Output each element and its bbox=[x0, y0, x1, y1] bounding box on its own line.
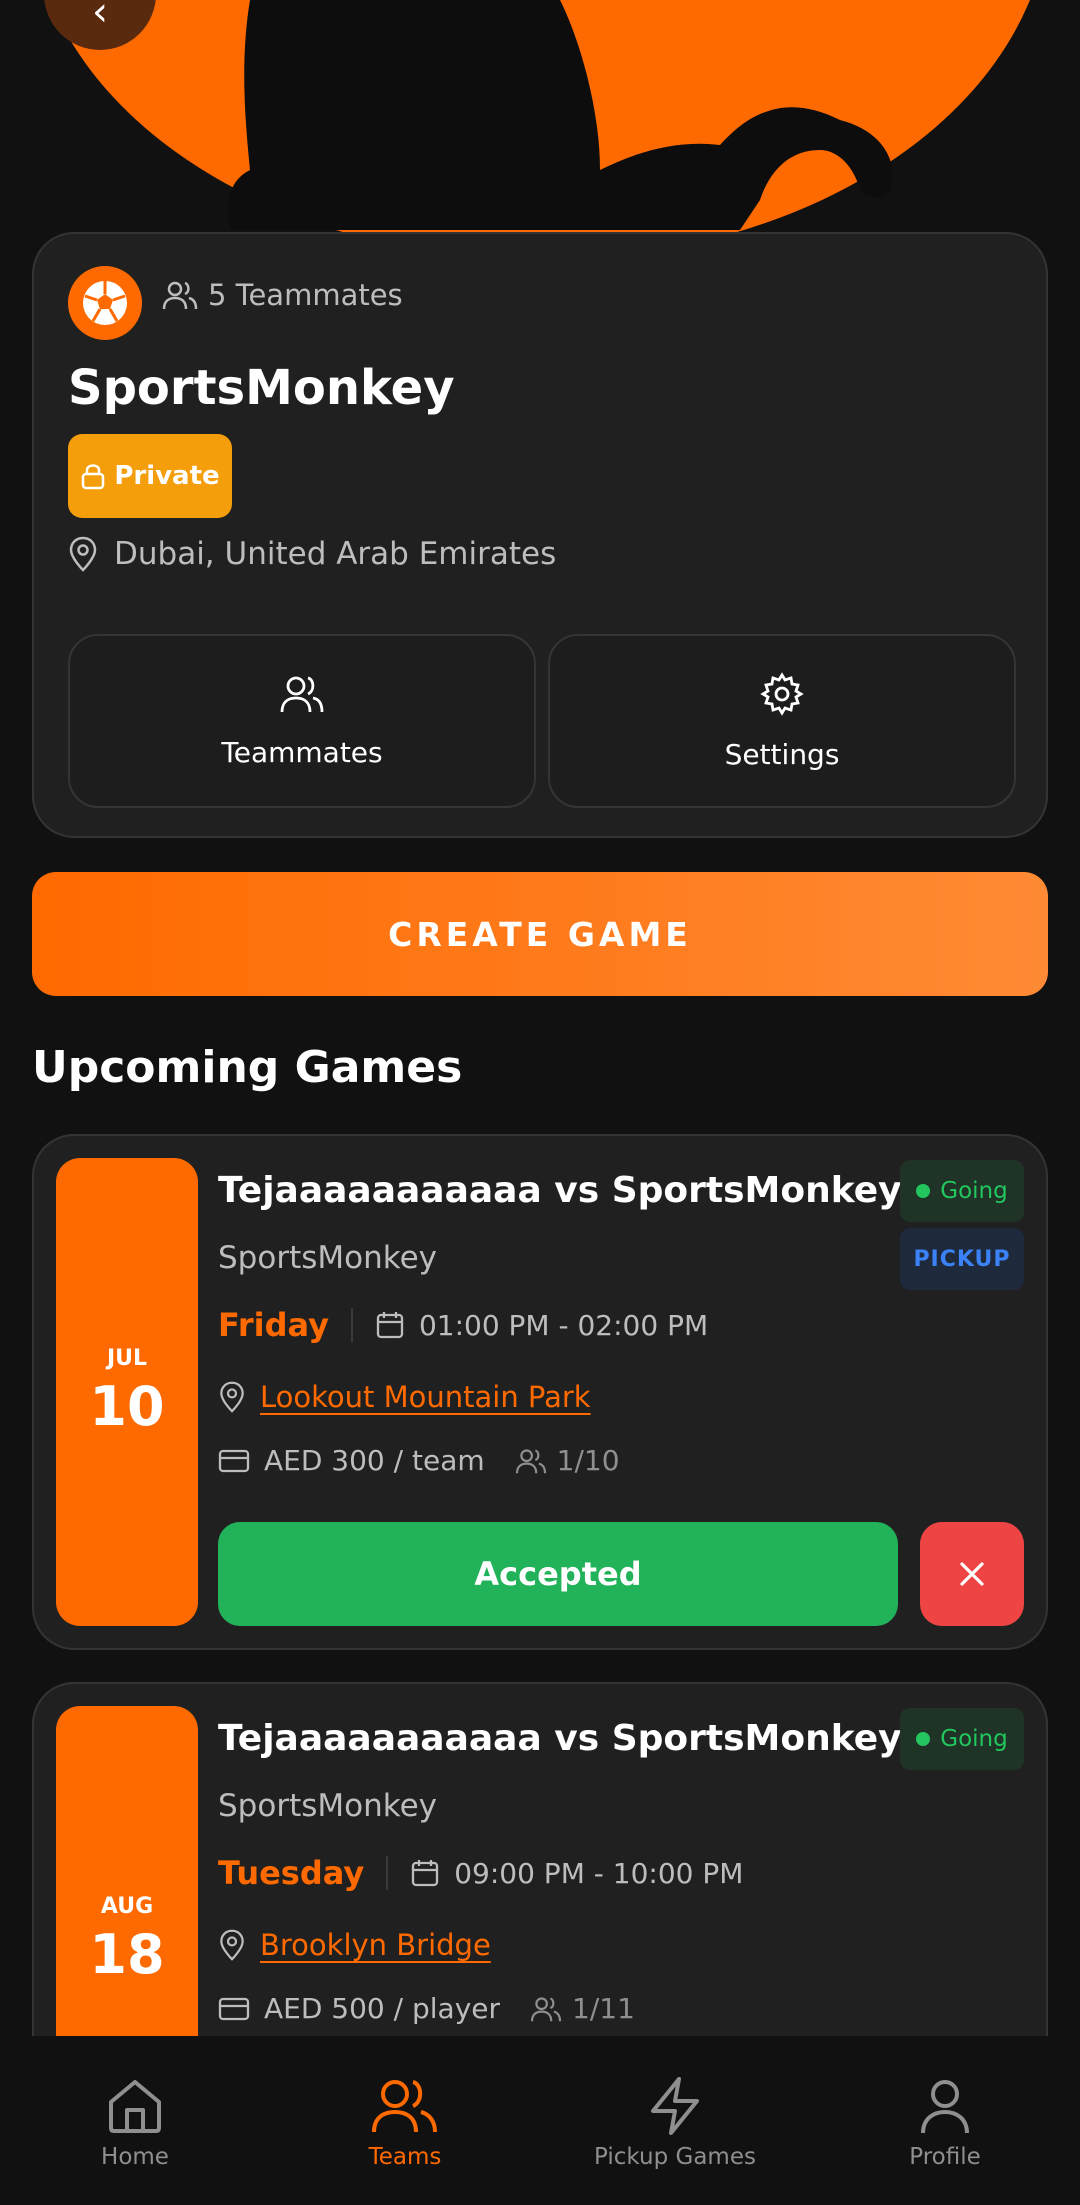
game-weekday: Tuesday bbox=[218, 1854, 365, 1892]
players-label: 1/11 bbox=[572, 1992, 635, 2025]
game-team: SportsMonkey bbox=[218, 1788, 437, 1824]
nav-item-profile[interactable]: Profile bbox=[810, 2036, 1080, 2205]
game-month: AUG bbox=[100, 1894, 154, 1919]
venue-link[interactable]: Brooklyn Bridge bbox=[260, 1928, 491, 1962]
privacy-badge: Private bbox=[68, 434, 232, 518]
nav-label-home: Home bbox=[101, 2144, 169, 2170]
status-badge: Going bbox=[900, 1708, 1024, 1770]
team-avatar bbox=[68, 266, 142, 340]
game-price-row: AED 300 / team 1/10 bbox=[218, 1444, 620, 1477]
game-title: Tejaaaaaaaaaaa vs SportsMonkey bbox=[218, 1718, 902, 1759]
game-time: 09:00 PM - 10:00 PM bbox=[454, 1856, 744, 1890]
game-schedule: Tuesday 09:00 PM - 10:00 PM bbox=[218, 1854, 743, 1892]
nav-label-profile: Profile bbox=[909, 2144, 981, 2170]
nav-label-teams: Teams bbox=[368, 2144, 442, 2170]
teammates-count-label: 5 Teammates bbox=[208, 278, 403, 312]
credit-card-icon bbox=[218, 1997, 250, 2020]
home-icon bbox=[109, 2080, 161, 2133]
game-day-number: 18 bbox=[89, 1923, 165, 1986]
settings-button[interactable]: Settings bbox=[548, 634, 1016, 808]
users-icon bbox=[515, 1448, 546, 1473]
game-day-number: 10 bbox=[89, 1375, 165, 1438]
teammates-count: 5 Teammates bbox=[162, 278, 403, 312]
close-icon bbox=[960, 1562, 984, 1586]
create-game-button[interactable]: CREATE GAME bbox=[32, 872, 1048, 996]
calendar-icon bbox=[412, 1860, 439, 1887]
user-icon bbox=[921, 2080, 969, 2134]
settings-button-label: Settings bbox=[724, 737, 840, 771]
game-price: AED 500 / player bbox=[264, 1992, 501, 2025]
decline-button[interactable] bbox=[920, 1522, 1024, 1626]
upcoming-games-heading: Upcoming Games bbox=[32, 1042, 463, 1093]
map-pin-icon bbox=[69, 536, 97, 572]
lightning-icon bbox=[651, 2077, 699, 2135]
players-count: 1/11 bbox=[530, 1992, 635, 2025]
game-card[interactable]: JUL 10 Tejaaaaaaaaaaa vs SportsMonkey Sp… bbox=[32, 1134, 1048, 1650]
location-label: Dubai, United Arab Emirates bbox=[114, 536, 557, 572]
accepted-button[interactable]: Accepted bbox=[218, 1522, 898, 1626]
calendar-icon bbox=[376, 1312, 404, 1339]
game-time: 01:00 PM - 02:00 PM bbox=[418, 1308, 709, 1342]
status-badge: Going bbox=[900, 1160, 1024, 1222]
game-price: AED 300 / team bbox=[264, 1444, 485, 1477]
divider bbox=[386, 1856, 389, 1890]
game-venue: Brooklyn Bridge bbox=[218, 1928, 491, 1962]
create-game-label: CREATE GAME bbox=[388, 914, 692, 954]
users-icon bbox=[280, 676, 324, 712]
users-icon bbox=[372, 2080, 437, 2133]
team-name: SportsMonkey bbox=[68, 360, 455, 416]
game-team: SportsMonkey bbox=[218, 1240, 437, 1276]
game-title: Tejaaaaaaaaaaa vs SportsMonkey bbox=[218, 1170, 902, 1211]
credit-card-icon bbox=[218, 1449, 250, 1472]
game-price-row: AED 500 / player 1/11 bbox=[218, 1992, 635, 2025]
game-month: JUL bbox=[106, 1346, 148, 1371]
lock-icon bbox=[82, 464, 105, 490]
status-dot bbox=[916, 1732, 931, 1746]
players-label: 1/10 bbox=[556, 1444, 620, 1477]
game-weekday: Friday bbox=[218, 1306, 329, 1344]
game-venue: Lookout Mountain Park bbox=[218, 1380, 591, 1414]
venue-link[interactable]: Lookout Mountain Park bbox=[260, 1380, 591, 1414]
gear-icon bbox=[760, 671, 804, 716]
status-dot bbox=[916, 1184, 931, 1198]
soccer-ball-icon bbox=[83, 281, 127, 325]
nav-label-pickup-games: Pickup Games bbox=[594, 2144, 756, 2170]
accepted-label: Accepted bbox=[474, 1555, 642, 1593]
nav-item-home[interactable]: Home bbox=[0, 2036, 270, 2205]
map-pin-icon bbox=[220, 1929, 244, 1961]
players-count: 1/10 bbox=[515, 1444, 620, 1477]
map-pin-icon bbox=[220, 1381, 244, 1413]
game-schedule: Friday 01:00 PM - 02:00 PM bbox=[218, 1306, 708, 1344]
users-icon bbox=[162, 281, 198, 310]
team-location: Dubai, United Arab Emirates bbox=[68, 536, 556, 572]
nav-item-pickup-games[interactable]: Pickup Games bbox=[540, 2036, 810, 2205]
bottom-navigation: Home Teams Pickup Games Profile bbox=[0, 2036, 1080, 2205]
nav-item-teams[interactable]: Teams bbox=[270, 2036, 540, 2205]
status-label: Going bbox=[940, 1178, 1008, 1204]
divider bbox=[350, 1308, 353, 1342]
teammates-button[interactable]: Teammates bbox=[68, 634, 536, 808]
users-icon bbox=[530, 1996, 562, 2021]
status-label: Going bbox=[940, 1726, 1008, 1752]
chevron-left-icon: ‹ bbox=[92, 0, 108, 35]
game-date: JUL 10 bbox=[56, 1158, 198, 1626]
team-card: 5 Teammates SportsMonkey Private Dubai, … bbox=[32, 232, 1048, 838]
game-type-badge: PICKUP bbox=[900, 1228, 1024, 1290]
teammates-button-label: Teammates bbox=[221, 735, 383, 769]
privacy-label: Private bbox=[114, 461, 220, 491]
